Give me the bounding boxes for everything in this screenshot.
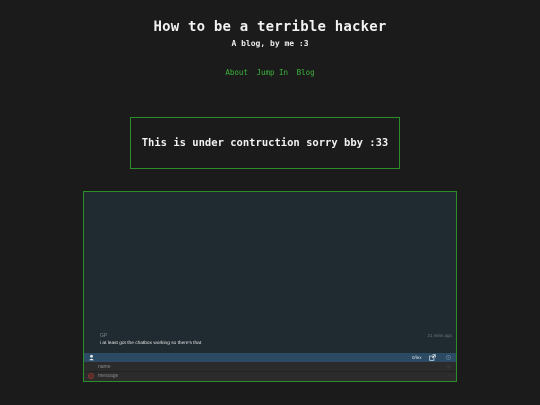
- popout-icon[interactable]: [429, 354, 436, 361]
- users-online-count[interactable]: 0/lex: [412, 355, 422, 360]
- chat-message-time: 21 mins ago: [427, 333, 452, 338]
- chat-message-list[interactable]: GP 21 mins ago i at least got the chatbo…: [84, 192, 456, 353]
- nav-link-about[interactable]: About: [225, 68, 248, 77]
- emoji-icon[interactable]: [88, 373, 94, 379]
- main-nav: About Jump In Blog: [0, 68, 540, 77]
- chat-toolbar: 0/lex: [84, 353, 456, 362]
- chat-message-author[interactable]: GP: [100, 333, 107, 339]
- chat-message-input[interactable]: [98, 371, 446, 381]
- chat-name-input[interactable]: [98, 362, 446, 371]
- nav-link-blog[interactable]: Blog: [297, 68, 315, 77]
- name-char-icon: ◷: [446, 364, 451, 369]
- site-title: How to be a terrible hacker: [153, 19, 387, 35]
- construction-notice: This is under contruction sorry bby :33: [130, 117, 400, 169]
- site-subtitle: A blog, by me :3: [231, 39, 309, 48]
- settings-icon[interactable]: [445, 354, 452, 361]
- user-icon[interactable]: [88, 354, 95, 361]
- chat-form: ◷ ›: [84, 362, 456, 381]
- construction-notice-text: This is under contruction sorry bby :33: [141, 137, 389, 149]
- chatbox: GP 21 mins ago i at least got the chatbo…: [83, 191, 457, 382]
- nav-link-jump-in[interactable]: Jump In: [256, 68, 288, 77]
- send-icon[interactable]: ›: [449, 373, 450, 378]
- chat-message-text: i at least got the chatbox working so th…: [100, 341, 202, 346]
